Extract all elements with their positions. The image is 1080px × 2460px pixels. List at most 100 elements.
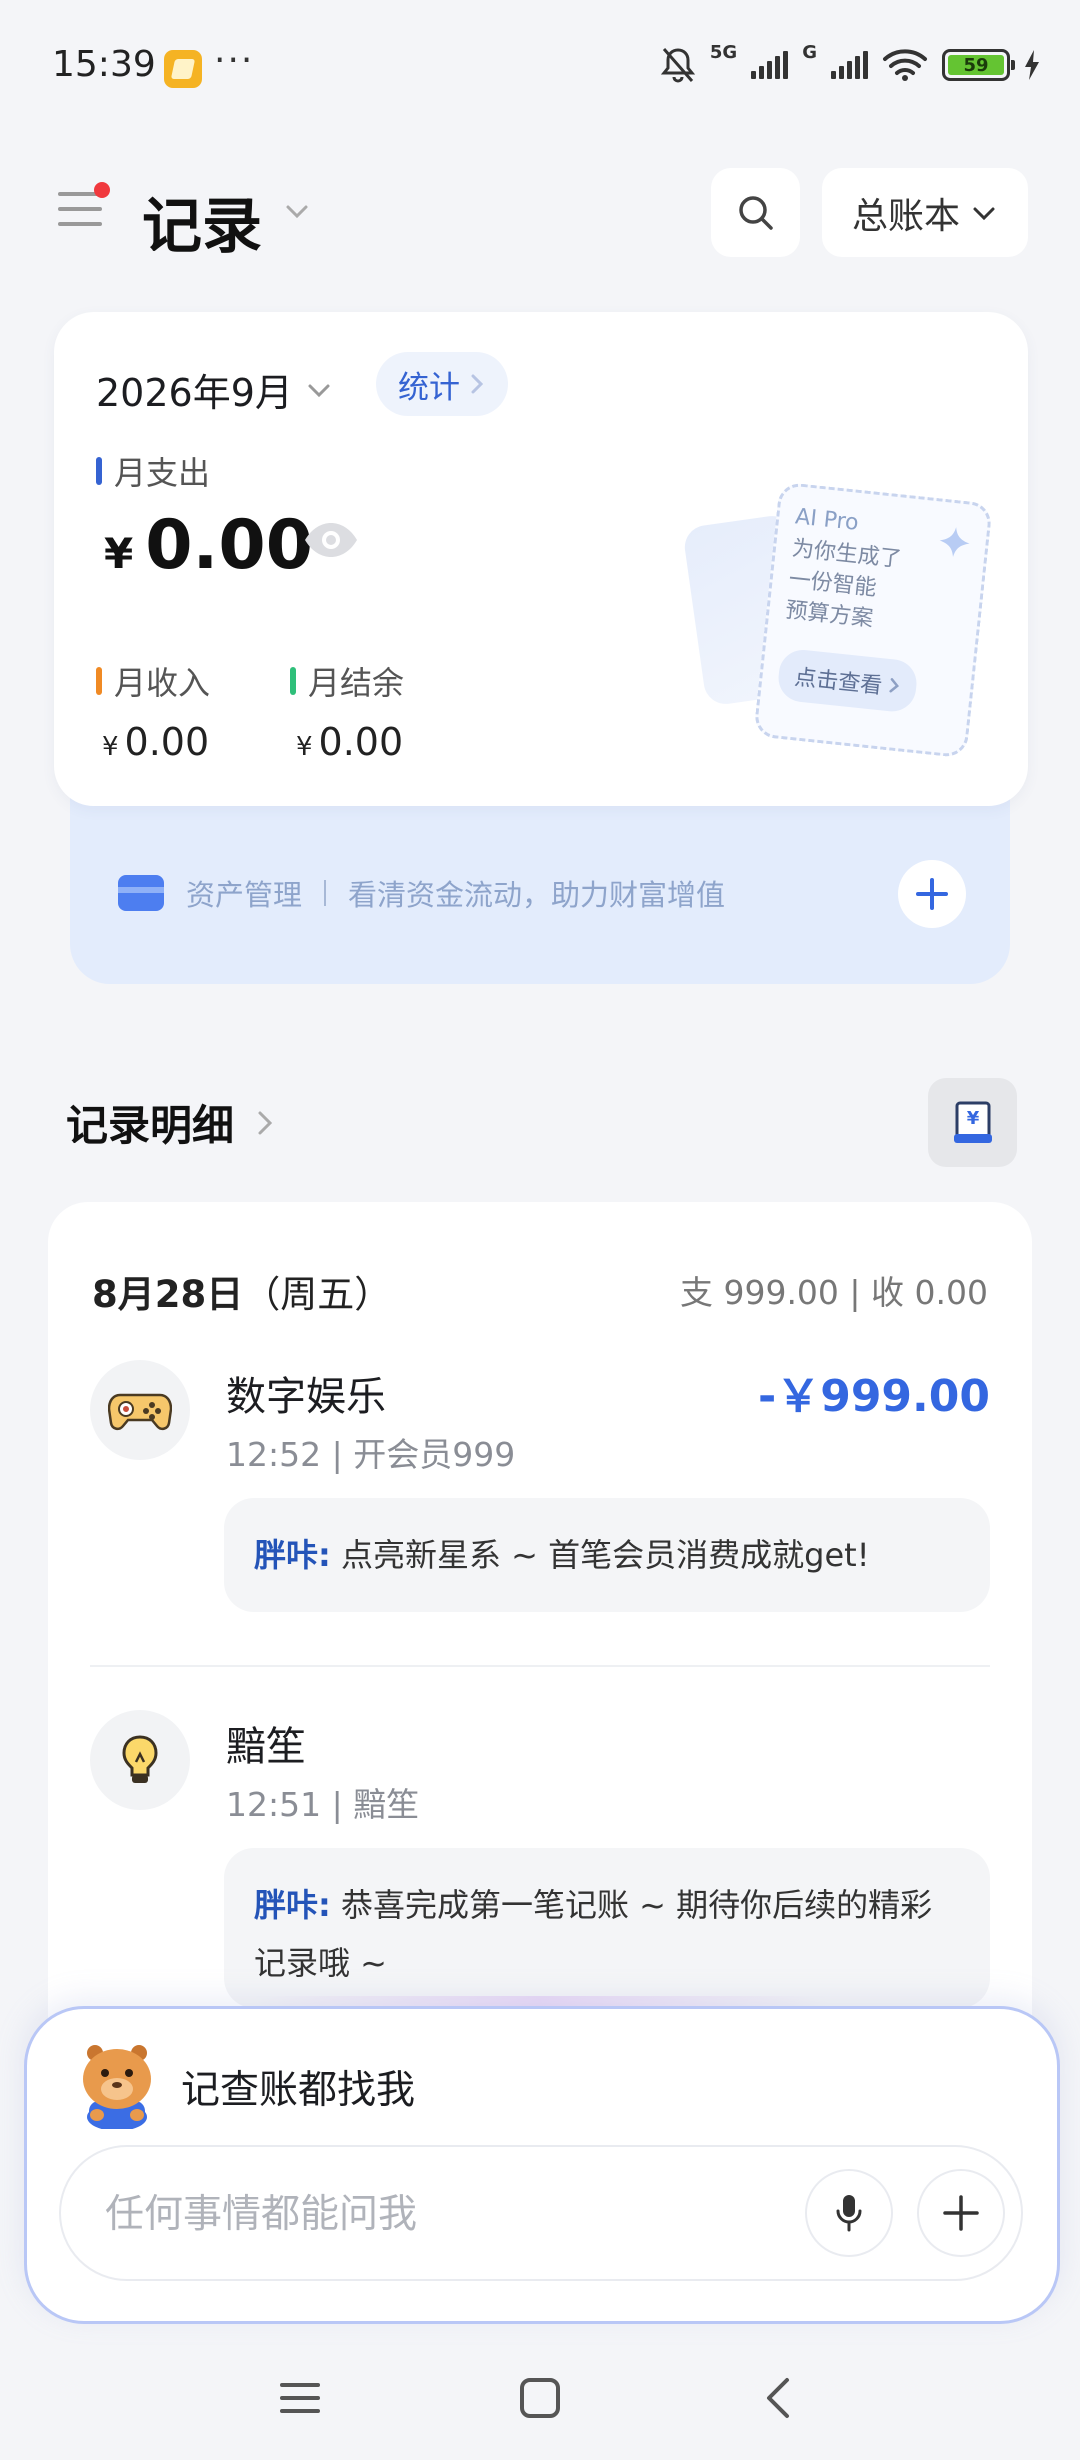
digital-entertainment-icon xyxy=(90,1360,190,1460)
expense-amount: ¥ 0.00 xyxy=(104,506,313,585)
page-title[interactable]: 记录 xyxy=(142,178,262,265)
ai-promo-button[interactable]: 点击查看 xyxy=(776,647,919,714)
eye-icon[interactable] xyxy=(302,520,360,560)
stats-label: 统计 xyxy=(398,369,460,406)
search-icon xyxy=(738,195,773,230)
status-time: 15:39 xyxy=(52,44,156,85)
ask-input[interactable] xyxy=(105,2177,745,2251)
nav-recents-button[interactable] xyxy=(260,2368,340,2428)
income-label-row: 月收入 xyxy=(96,658,210,704)
more-notifications-icon: ··· xyxy=(214,40,255,81)
back-arrow-icon xyxy=(767,2378,789,2418)
item-divider xyxy=(90,1665,990,1667)
monthly-summary-card: 2026年9月 统计 月支出 ¥ 0.00 月收入 月结余 ¥ 0.00 ¥ 0… xyxy=(54,312,1028,806)
balance-bar-marker xyxy=(290,667,296,695)
comment-text: 恭喜完成第一笔记账 ~ 期待你后续的精彩记录哦 ~ xyxy=(254,1886,933,1982)
item-amount: -￥999.00 xyxy=(757,1371,990,1422)
records-header[interactable]: 记录明细 xyxy=(66,1092,274,1153)
mascot-comment: 胖咔: 点亮新星系 ~ 首笔会员消费成就get! xyxy=(224,1498,990,1612)
assistant-title: 记查账都找我 xyxy=(181,2068,416,2113)
chevron-down-icon xyxy=(308,384,330,397)
mute-bell-icon xyxy=(660,48,696,83)
status-icons: 5G G 59 xyxy=(660,42,1040,84)
battery-icon: 59 xyxy=(942,49,1015,81)
nav-back-button[interactable] xyxy=(738,2368,818,2428)
attach-button[interactable] xyxy=(917,2169,1005,2257)
add-asset-button[interactable] xyxy=(898,860,966,928)
balance-label-row: 月结余 xyxy=(290,658,404,704)
capybara-mascot-icon xyxy=(83,2045,151,2129)
notes-app-icon xyxy=(164,50,202,88)
voice-input-button[interactable] xyxy=(805,2169,893,2257)
item-meta: 12:52 | 开会员999 xyxy=(226,1435,516,1474)
receipt-icon: ¥ xyxy=(953,1101,992,1143)
mascot-comment: 胖咔: 恭喜完成第一笔记账 ~ 期待你后续的精彩记录哦 ~ xyxy=(224,1848,990,2008)
signal-icon xyxy=(751,51,789,79)
balance-label: 月结余 xyxy=(308,664,405,702)
comment-text: 点亮新星系 ~ 首笔会员消费成就get! xyxy=(340,1536,870,1574)
plus-icon xyxy=(943,2195,979,2231)
svg-text:¥: ¥ xyxy=(966,1108,979,1129)
item-meta: 12:51 | 黯笙 xyxy=(226,1785,420,1824)
chevron-right-icon xyxy=(258,1111,273,1134)
day-date: 8月28日 xyxy=(92,1273,244,1316)
receipt-button[interactable]: ¥ xyxy=(928,1078,1017,1167)
plus-icon xyxy=(916,878,948,910)
charging-icon xyxy=(1025,50,1039,80)
ai-promo-button-label: 点击查看 xyxy=(793,665,884,700)
network-type-label: 5G xyxy=(709,42,738,63)
currency-symbol: ¥ xyxy=(102,732,119,762)
income-amount: ¥ 0.00 xyxy=(102,720,209,764)
ledger-selector[interactable]: 总账本 xyxy=(822,168,1028,257)
chevron-down-icon xyxy=(973,207,995,220)
ledger-label: 总账本 xyxy=(851,195,960,237)
battery-level: 59 xyxy=(948,55,1004,76)
menu-button[interactable] xyxy=(58,182,110,232)
ai-assistant-panel: 记查账都找我 xyxy=(24,2006,1060,2324)
month-label: 2026年9月 xyxy=(96,371,293,415)
item-name[interactable]: 黯笙 xyxy=(226,1714,306,1772)
month-selector[interactable]: 2026年9月 xyxy=(96,362,333,417)
stats-button[interactable]: 统计 xyxy=(376,352,508,416)
comment-author: 胖咔: xyxy=(254,1886,331,1924)
menu-lines-icon xyxy=(280,2383,320,2413)
signal-icon-2 xyxy=(831,51,868,79)
currency-symbol: ¥ xyxy=(104,529,134,578)
lightbulb-category-icon xyxy=(90,1710,190,1810)
network-type-label-2: G xyxy=(802,42,817,63)
asset-management-row[interactable]: 资产管理 看清资金流动，助力财富增值 xyxy=(118,872,725,914)
records-title: 记录明细 xyxy=(66,1101,235,1150)
chevron-down-icon[interactable] xyxy=(282,196,312,226)
asset-description: 看清资金流动，助力财富增值 xyxy=(348,878,726,912)
ask-input-container[interactable] xyxy=(59,2145,1023,2281)
notification-dot xyxy=(94,182,110,198)
expense-bar-marker xyxy=(96,457,102,485)
item-name[interactable]: 数字娱乐 xyxy=(226,1364,386,1422)
expense-value: 0.00 xyxy=(145,506,314,585)
expense-label-row: 月支出 xyxy=(96,448,210,494)
day-weekday: （周五） xyxy=(243,1273,392,1316)
lightbulb-icon xyxy=(122,1735,158,1783)
income-label: 月收入 xyxy=(114,664,211,702)
search-button[interactable] xyxy=(711,168,800,257)
wifi-icon xyxy=(883,49,927,81)
sparkle-icon xyxy=(939,527,970,558)
bank-card-icon xyxy=(118,875,164,911)
gamepad-icon xyxy=(108,1393,172,1431)
expense-label: 月支出 xyxy=(114,454,211,492)
nav-home-button[interactable] xyxy=(500,2368,580,2428)
asset-title: 资产管理 xyxy=(186,878,303,912)
comment-author: 胖咔: xyxy=(254,1536,331,1574)
chevron-right-icon xyxy=(471,374,484,394)
currency-symbol: ¥ xyxy=(296,732,313,762)
income-value: 0.00 xyxy=(124,720,210,764)
balance-value: 0.00 xyxy=(318,720,404,764)
home-square-icon xyxy=(520,2378,560,2418)
income-bar-marker xyxy=(96,667,102,695)
microphone-icon xyxy=(836,2195,862,2232)
ai-budget-promo[interactable]: AI Pro 为你生成了 一份智能 预算方案 点击查看 xyxy=(753,481,993,759)
balance-amount: ¥ 0.00 xyxy=(296,720,403,764)
chevron-right-icon xyxy=(889,678,900,693)
day-header: 8月28日（周五） xyxy=(92,1264,391,1318)
divider xyxy=(324,880,327,906)
